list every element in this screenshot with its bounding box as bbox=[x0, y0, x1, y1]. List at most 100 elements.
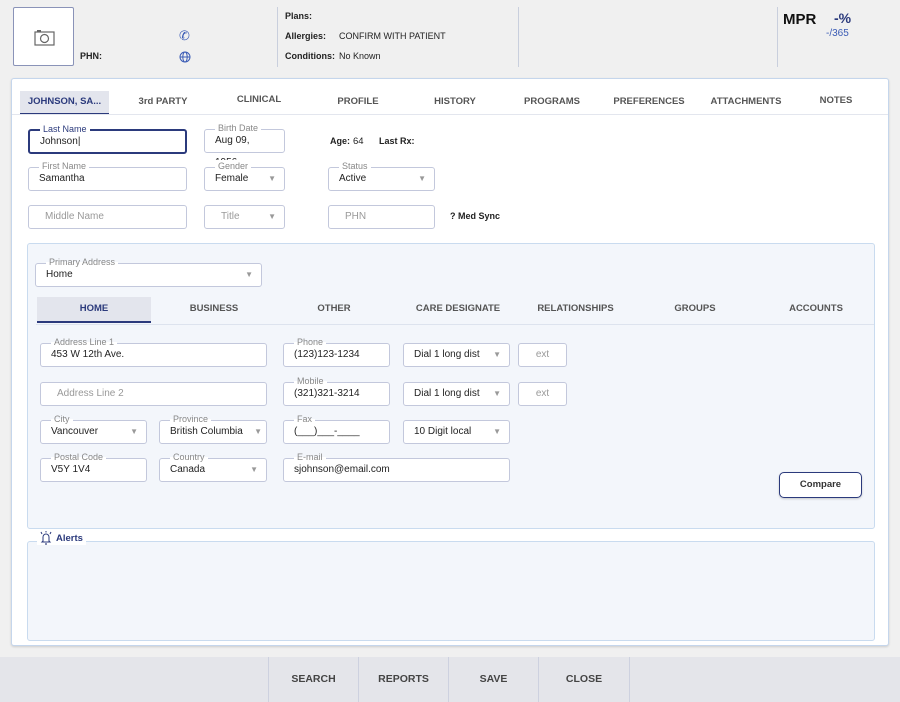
chevron-down-icon: ▼ bbox=[493, 389, 501, 398]
address-line1-label: Address Line 1 bbox=[51, 336, 118, 348]
plans-label: Plans: bbox=[285, 11, 313, 21]
country-select[interactable]: Country Canada ▼ bbox=[159, 451, 267, 482]
alerts-label: Alerts bbox=[56, 532, 83, 544]
chevron-down-icon: ▼ bbox=[254, 427, 262, 436]
title-select[interactable]: Title ▼ bbox=[204, 205, 285, 229]
email-label: E-mail bbox=[294, 451, 326, 463]
phone-value: (123)123-1234 bbox=[294, 349, 360, 360]
country-label: Country bbox=[170, 451, 208, 463]
province-select[interactable]: Province British Columbia ▼ bbox=[159, 413, 267, 444]
tab-notes[interactable]: NOTES bbox=[806, 90, 866, 112]
allergies-label: Allergies: bbox=[285, 31, 327, 41]
allergies-value: CONFIRM WITH PATIENT bbox=[339, 31, 446, 41]
chevron-down-icon: ▼ bbox=[250, 465, 258, 474]
tab-care-designate[interactable]: CARE DESIGNATE bbox=[398, 297, 518, 321]
fax-dial-select[interactable]: 10 Digit local ▼ bbox=[403, 420, 510, 444]
status-label: Status bbox=[339, 160, 371, 172]
bell-icon bbox=[40, 531, 52, 545]
reports-button[interactable]: REPORTS bbox=[358, 657, 448, 702]
primary-address-select[interactable]: Primary Address Home ▼ bbox=[35, 256, 262, 287]
province-value: British Columbia bbox=[170, 426, 243, 437]
phone-dial-value: Dial 1 long dist bbox=[414, 349, 480, 360]
postal-code-input[interactable]: Postal Code V5Y 1V4 bbox=[40, 451, 147, 482]
search-button[interactable]: SEARCH bbox=[268, 657, 358, 702]
tab-relationships[interactable]: RELATIONSHIPS bbox=[518, 297, 633, 321]
tab-profile[interactable]: PROFILE bbox=[323, 91, 393, 113]
mobile-dial-select[interactable]: Dial 1 long dist ▼ bbox=[403, 382, 510, 406]
tab-business[interactable]: BUSINESS bbox=[168, 297, 260, 321]
phone-input[interactable]: Phone (123)123-1234 bbox=[283, 336, 390, 367]
middle-name-input[interactable]: Middle Name bbox=[28, 205, 187, 229]
address-line2-placeholder: Address Line 2 bbox=[57, 388, 124, 399]
city-select[interactable]: City Vancouver ▼ bbox=[40, 413, 147, 444]
compare-button[interactable]: Compare bbox=[779, 472, 862, 498]
subtab-divider bbox=[36, 324, 874, 325]
mobile-dial-value: Dial 1 long dist bbox=[414, 388, 480, 399]
postal-code-value: V5Y 1V4 bbox=[51, 464, 91, 475]
footer-toolbar: SEARCH REPORTS SAVE CLOSE bbox=[0, 657, 900, 702]
phone-icon[interactable]: ✆ bbox=[179, 28, 190, 44]
status-select[interactable]: Status Active ▼ bbox=[328, 160, 435, 191]
birth-date-input[interactable]: Birth DateAug 09, 1956 bbox=[204, 122, 285, 168]
save-button[interactable]: SAVE bbox=[448, 657, 538, 702]
title-placeholder: Title bbox=[221, 211, 240, 222]
tab-history[interactable]: HISTORY bbox=[420, 91, 490, 113]
email-input[interactable]: E-mail sjohnson@email.com bbox=[283, 451, 510, 482]
close-button[interactable]: CLOSE bbox=[538, 657, 630, 702]
tab-divider bbox=[12, 114, 888, 115]
status-value: Active bbox=[339, 173, 367, 184]
tab-clinical[interactable]: CLINICAL bbox=[224, 89, 294, 111]
birth-date-label: Birth Date bbox=[215, 122, 262, 134]
address-line1-input[interactable]: Address Line 1 453 W 12th Ave. bbox=[40, 336, 267, 367]
last-name-value: Johnson bbox=[40, 136, 78, 147]
age-label: Age: bbox=[330, 136, 350, 146]
globe-icon[interactable] bbox=[179, 51, 191, 63]
phone-dial-select[interactable]: Dial 1 long dist ▼ bbox=[403, 343, 510, 367]
phn-input[interactable]: PHN bbox=[328, 205, 435, 229]
patient-card: JOHNSON, SA... 3rd PARTY CLINICAL PROFIL… bbox=[11, 78, 889, 646]
province-label: Province bbox=[170, 413, 212, 425]
chevron-down-icon: ▼ bbox=[268, 212, 276, 221]
tab-attachments[interactable]: ATTACHMENTS bbox=[701, 91, 791, 113]
phone-ext-input[interactable]: ext bbox=[518, 343, 567, 367]
gender-select[interactable]: Gender Female ▼ bbox=[204, 160, 285, 191]
tab-3rd-party[interactable]: 3rd PARTY bbox=[124, 91, 202, 113]
primary-address-label: Primary Address bbox=[46, 256, 119, 268]
country-value: Canada bbox=[170, 464, 206, 475]
middle-name-placeholder: Middle Name bbox=[45, 211, 104, 222]
divider bbox=[277, 7, 278, 67]
first-name-value: Samantha bbox=[39, 173, 85, 184]
fax-input[interactable]: Fax (___)___-____ bbox=[283, 413, 390, 444]
city-label: City bbox=[51, 413, 73, 425]
address-panel: Primary Address Home ▼ HOME BUSINESS OTHER… bbox=[27, 243, 875, 529]
med-sync-label[interactable]: ? Med Sync bbox=[450, 211, 500, 221]
phone-label: Phone bbox=[294, 336, 327, 348]
last-name-input[interactable]: Last Name Johnson| bbox=[28, 123, 187, 154]
address-line1-value: 453 W 12th Ave. bbox=[51, 349, 125, 360]
tab-programs[interactable]: PROGRAMS bbox=[512, 91, 592, 113]
fax-dial-value: 10 Digit local bbox=[414, 426, 472, 437]
camera-icon bbox=[34, 30, 55, 46]
chevron-down-icon: ▼ bbox=[418, 174, 426, 183]
divider bbox=[518, 7, 519, 67]
tab-groups[interactable]: GROUPS bbox=[650, 297, 740, 321]
postal-code-label: Postal Code bbox=[51, 451, 107, 463]
mobile-input[interactable]: Mobile (321)321-3214 bbox=[283, 375, 390, 406]
tab-patient[interactable]: JOHNSON, SA... bbox=[20, 91, 109, 115]
city-value: Vancouver bbox=[51, 426, 99, 437]
tab-other[interactable]: OTHER bbox=[288, 297, 380, 321]
patient-photo[interactable] bbox=[13, 7, 74, 66]
fax-label: Fax bbox=[294, 413, 316, 425]
tab-preferences[interactable]: PREFERENCES bbox=[609, 91, 689, 113]
first-name-label: First Name bbox=[39, 160, 90, 172]
mpr-label: MPR bbox=[783, 11, 817, 28]
mpr-value: -% bbox=[834, 10, 852, 26]
gender-label: Gender bbox=[215, 160, 252, 172]
tab-home[interactable]: HOME bbox=[37, 297, 151, 323]
age-value: 64 bbox=[353, 136, 364, 147]
mobile-ext-input[interactable]: ext bbox=[518, 382, 567, 406]
tab-accounts[interactable]: ACCOUNTS bbox=[771, 297, 861, 321]
first-name-input[interactable]: First Name Samantha bbox=[28, 160, 187, 191]
chevron-down-icon: ▼ bbox=[493, 427, 501, 436]
address-line2-input[interactable]: Address Line 2 bbox=[40, 382, 267, 406]
